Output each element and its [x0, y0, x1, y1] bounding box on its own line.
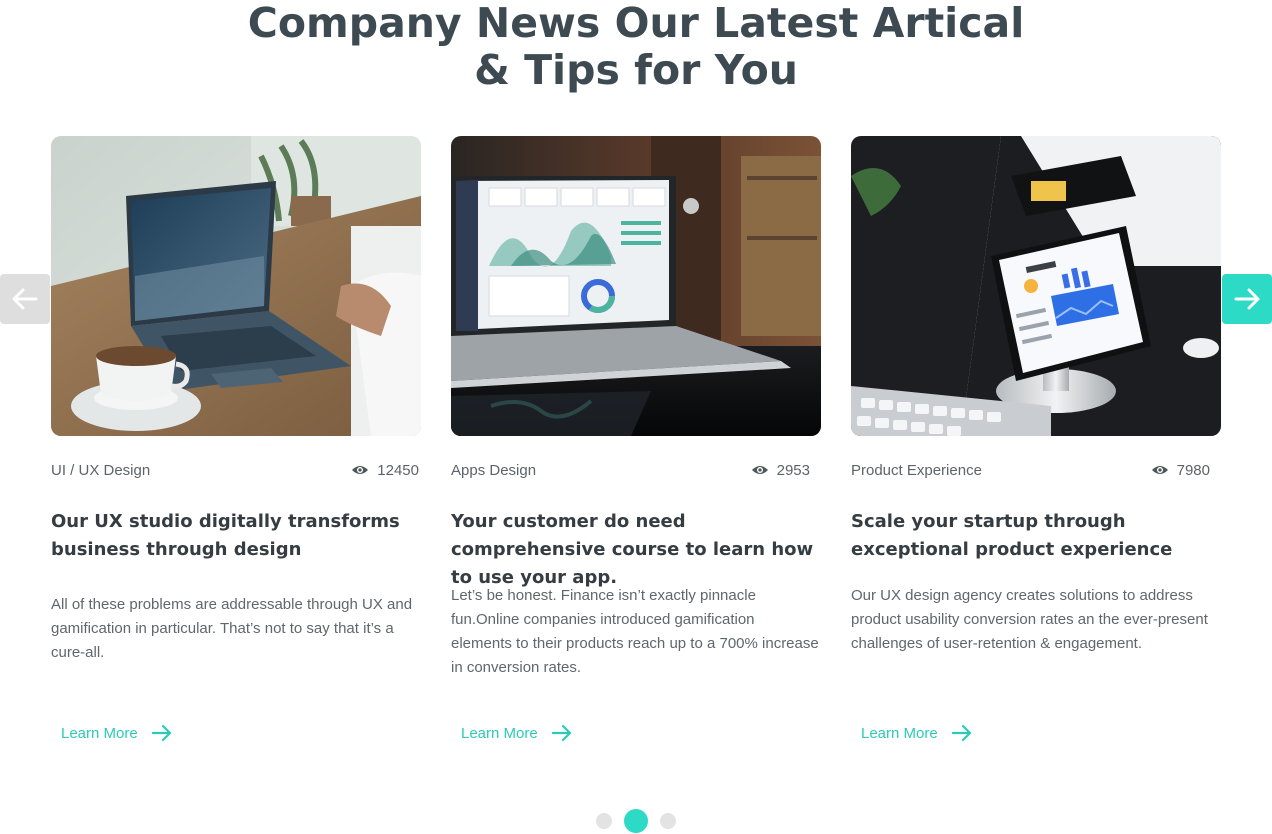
- article-views: 2953: [751, 462, 810, 479]
- learn-more-link[interactable]: Learn More: [461, 721, 572, 745]
- article-image-phone-stand[interactable]: [851, 136, 1221, 436]
- article-category: Product Experience: [851, 461, 982, 479]
- pagination-dot-2-active[interactable]: [624, 809, 648, 833]
- article-image-laptop-coffee[interactable]: [51, 136, 421, 436]
- article-meta: UI / UX Design 12450: [51, 458, 419, 482]
- carousel-prev-button[interactable]: [0, 274, 50, 324]
- article-title[interactable]: Your customer do need comprehensive cour…: [451, 508, 823, 592]
- pagination-dot-3[interactable]: [660, 813, 676, 829]
- learn-more-label: Learn More: [61, 724, 138, 742]
- article-meta: Apps Design 2953: [451, 458, 810, 482]
- article-card: UI / UX Design 12450 Our UX studio digit…: [51, 136, 421, 756]
- learn-more-label: Learn More: [461, 724, 538, 742]
- article-meta: Product Experience 7980: [851, 458, 1210, 482]
- article-description: All of these problems are addressable th…: [51, 596, 413, 661]
- article-category: UI / UX Design: [51, 461, 151, 479]
- article-title[interactable]: Scale your startup through exceptional p…: [851, 508, 1223, 564]
- view-count: 12450: [377, 461, 419, 479]
- arrow-right-icon: [951, 725, 971, 741]
- pagination-dot-1[interactable]: [596, 813, 612, 829]
- eye-icon: [352, 466, 369, 474]
- article-views: 7980: [1151, 462, 1210, 479]
- view-count: 2953: [776, 461, 810, 479]
- carousel-next-button[interactable]: [1222, 274, 1272, 324]
- section-heading-line-1: Company News Our Latest Artical: [247, 0, 1025, 47]
- view-count: 7980: [1176, 461, 1210, 479]
- article-title[interactable]: Our UX studio digitally transforms busin…: [51, 508, 423, 564]
- learn-more-link[interactable]: Learn More: [861, 721, 972, 745]
- eye-icon: [751, 466, 768, 474]
- learn-more-link[interactable]: Learn More: [61, 721, 172, 745]
- carousel-pagination: [596, 809, 676, 833]
- article-description: Our UX design agency creates solutions t…: [851, 587, 1208, 652]
- arrow-right-icon: [551, 725, 571, 741]
- arrow-right-icon: [1234, 288, 1260, 310]
- article-image-laptop-dashboard[interactable]: [451, 136, 821, 436]
- learn-more-label: Learn More: [861, 724, 938, 742]
- arrow-left-icon: [12, 288, 38, 310]
- section-heading: Company News Our Latest Artical & Tips f…: [0, 0, 1272, 94]
- article-card: Apps Design 2953 Your customer do need c…: [451, 136, 821, 756]
- eye-icon: [1151, 466, 1168, 474]
- article-card: Product Experience 7980 Scale your start…: [851, 136, 1221, 756]
- section-heading-line-2: & Tips for You: [474, 46, 798, 94]
- article-description: Let’s be honest. Finance isn’t exactly p…: [451, 587, 819, 676]
- article-category: Apps Design: [451, 461, 537, 479]
- article-views: 12450: [351, 462, 419, 479]
- arrow-right-icon: [151, 725, 171, 741]
